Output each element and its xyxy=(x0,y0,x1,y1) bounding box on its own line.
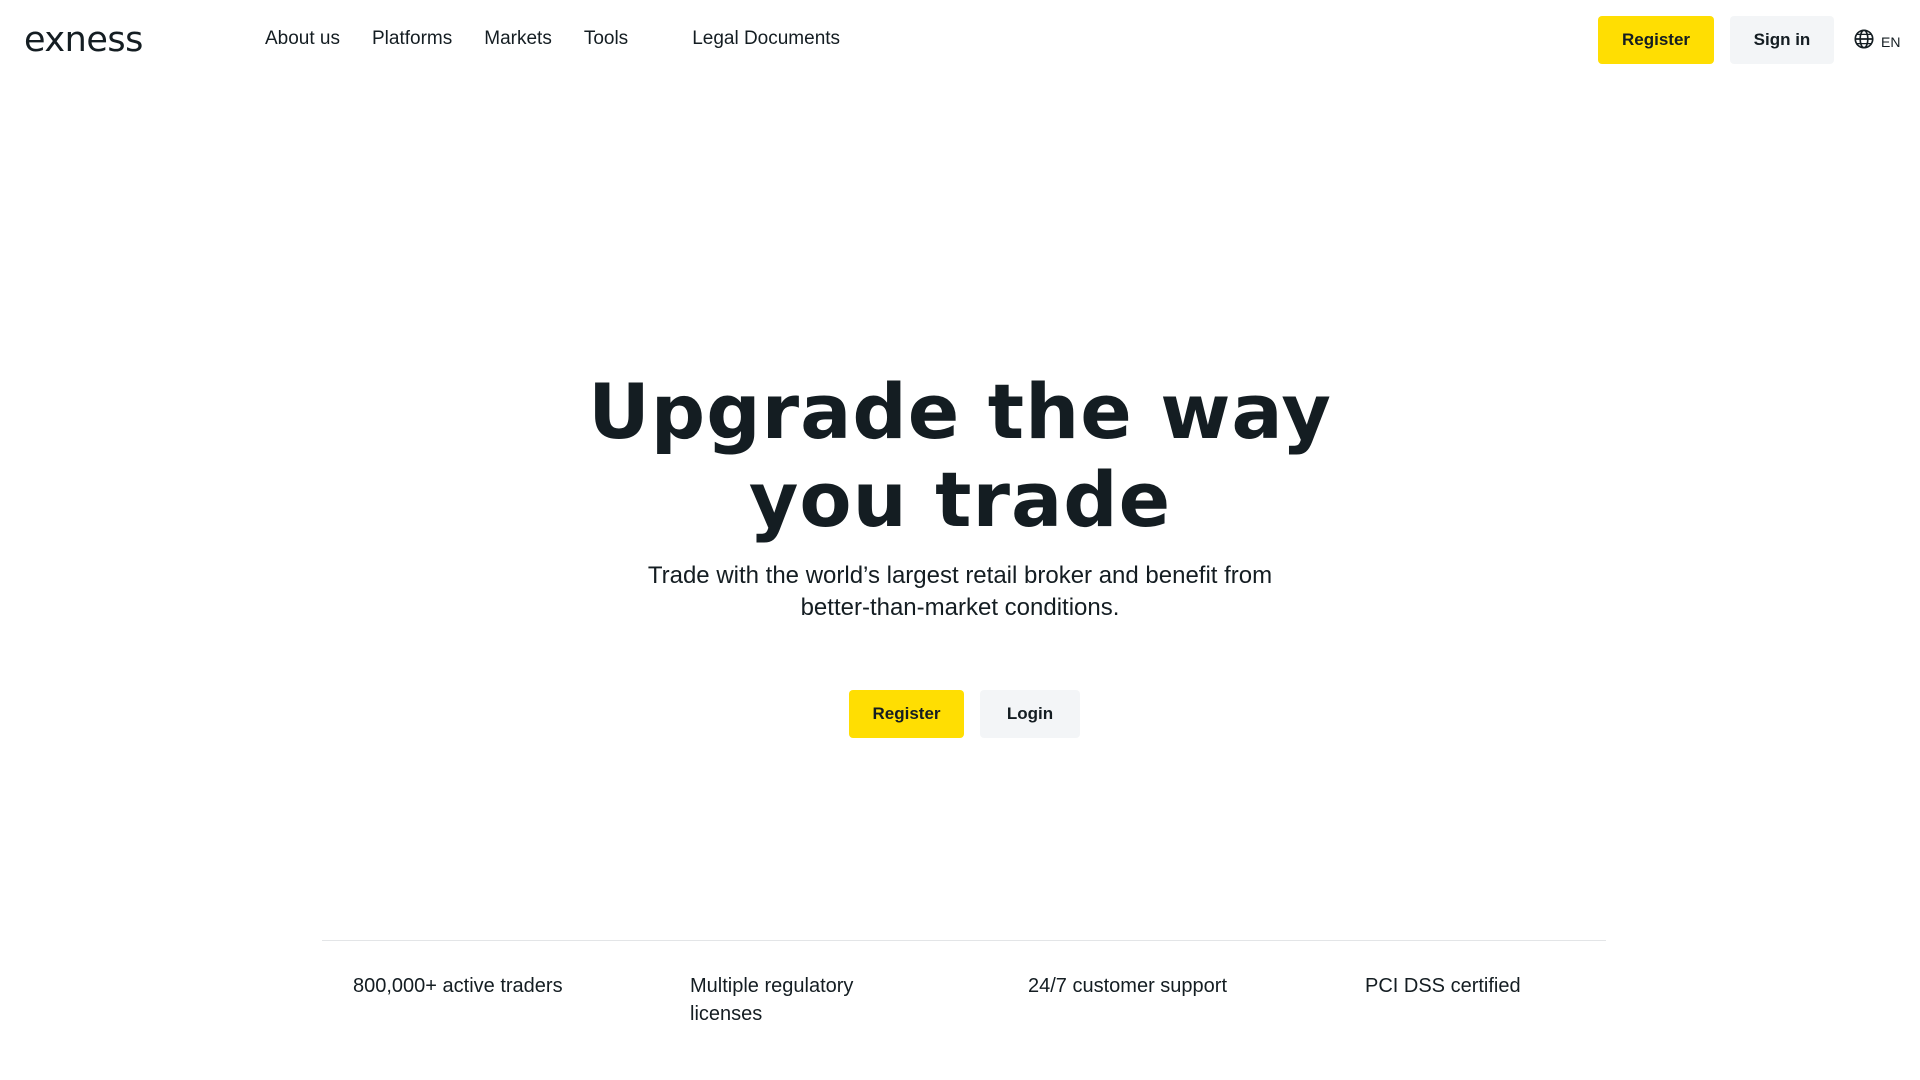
exness-logo[interactable]: exness xyxy=(24,20,143,60)
features-divider xyxy=(322,940,1606,941)
language-selector[interactable]: EN xyxy=(1853,28,1900,55)
hero-register-button[interactable]: Register xyxy=(849,690,964,738)
nav-about-us[interactable]: About us xyxy=(265,28,340,50)
globe-icon xyxy=(1853,28,1875,55)
feature-active-traders: 800,000+ active traders xyxy=(353,975,563,997)
hero-title: Upgrade the way you trade xyxy=(588,367,1332,544)
hero-subtitle: Trade with the world’s largest retail br… xyxy=(647,562,1273,621)
nav-platforms[interactable]: Platforms xyxy=(372,28,452,50)
site-header: exness About us Platforms Markets Tools … xyxy=(0,0,1920,79)
sign-in-button[interactable]: Sign in xyxy=(1730,16,1834,64)
nav-tools[interactable]: Tools xyxy=(584,28,628,50)
hero-login-button[interactable]: Login xyxy=(980,690,1080,738)
feature-customer-support: 24/7 customer support xyxy=(1028,975,1227,997)
feature-regulatory-licenses: Multiple regulatory licenses xyxy=(690,975,854,1025)
language-code: EN xyxy=(1881,33,1901,50)
nav-legal-documents[interactable]: Legal Documents xyxy=(692,28,840,50)
feature-pci-dss: PCI DSS certified xyxy=(1365,975,1521,997)
nav-markets[interactable]: Markets xyxy=(484,28,552,50)
main-nav: About us Platforms Markets Tools Legal D… xyxy=(265,27,872,51)
header-register-button[interactable]: Register xyxy=(1598,16,1714,64)
